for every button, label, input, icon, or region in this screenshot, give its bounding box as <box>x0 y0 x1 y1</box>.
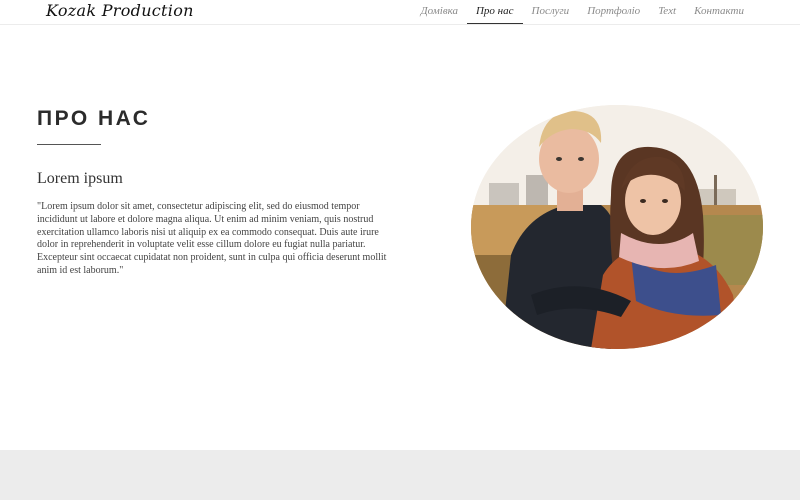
site-logo[interactable]: Kozak Production <box>46 0 194 24</box>
footer-strip <box>0 450 800 500</box>
couple-photo-image <box>471 105 763 349</box>
about-subtitle: Lorem ipsum <box>37 170 123 187</box>
couple-photo <box>471 105 763 349</box>
nav-item-services[interactable]: Послуги <box>523 0 579 24</box>
nav-item-text[interactable]: Text <box>649 0 685 24</box>
title-divider <box>37 144 101 145</box>
about-title: ПРО НАС <box>37 107 151 130</box>
nav-item-portfolio[interactable]: Портфоліо <box>578 0 649 24</box>
about-section: ПРО НАС Lorem ipsum "Lorem ipsum dolor s… <box>0 25 800 450</box>
about-body-text: "Lorem ipsum dolor sit amet, consectetur… <box>37 201 387 276</box>
main-nav: Домівка Про нас Послуги Портфоліо Text К… <box>412 0 753 24</box>
nav-item-home[interactable]: Домівка <box>412 0 467 24</box>
site-header: Kozak Production Домівка Про нас Послуги… <box>0 0 800 25</box>
nav-item-contacts[interactable]: Контакти <box>685 0 753 24</box>
nav-item-about[interactable]: Про нас <box>466 0 523 24</box>
